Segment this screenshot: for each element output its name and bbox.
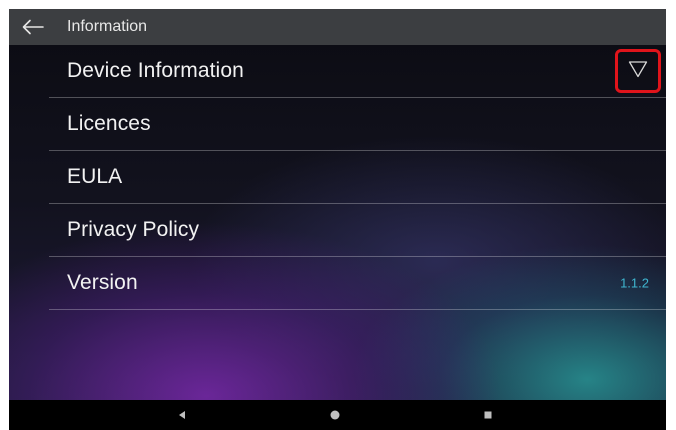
version-value: 1.1.2 <box>620 275 649 291</box>
page-title: Information <box>67 18 148 35</box>
arrow-left-icon[interactable] <box>13 9 53 45</box>
triangle-down-icon <box>628 60 648 82</box>
menu-item-version[interactable]: Version 1.1.2 <box>49 257 666 310</box>
information-menu: Device Information Licences EULA Privacy… <box>9 45 666 310</box>
menu-item-licences[interactable]: Licences <box>49 98 666 151</box>
top-app-bar: Information <box>9 9 666 45</box>
menu-item-label: Version <box>67 271 138 294</box>
menu-item-label: EULA <box>67 165 123 188</box>
menu-item-label: Privacy Policy <box>67 218 200 241</box>
nav-recents-icon[interactable] <box>468 400 508 430</box>
screen: Information Device Information Licences … <box>9 9 666 430</box>
nav-back-icon[interactable] <box>162 400 202 430</box>
menu-item-label: Device Information <box>67 59 244 82</box>
system-navigation-bar <box>9 400 666 430</box>
nav-home-icon[interactable] <box>315 400 355 430</box>
menu-item-label: Licences <box>67 112 151 135</box>
menu-item-privacy-policy[interactable]: Privacy Policy <box>49 204 666 257</box>
menu-item-eula[interactable]: EULA <box>49 151 666 204</box>
menu-item-device-information[interactable]: Device Information <box>49 45 666 98</box>
expand-button[interactable] <box>615 49 661 93</box>
